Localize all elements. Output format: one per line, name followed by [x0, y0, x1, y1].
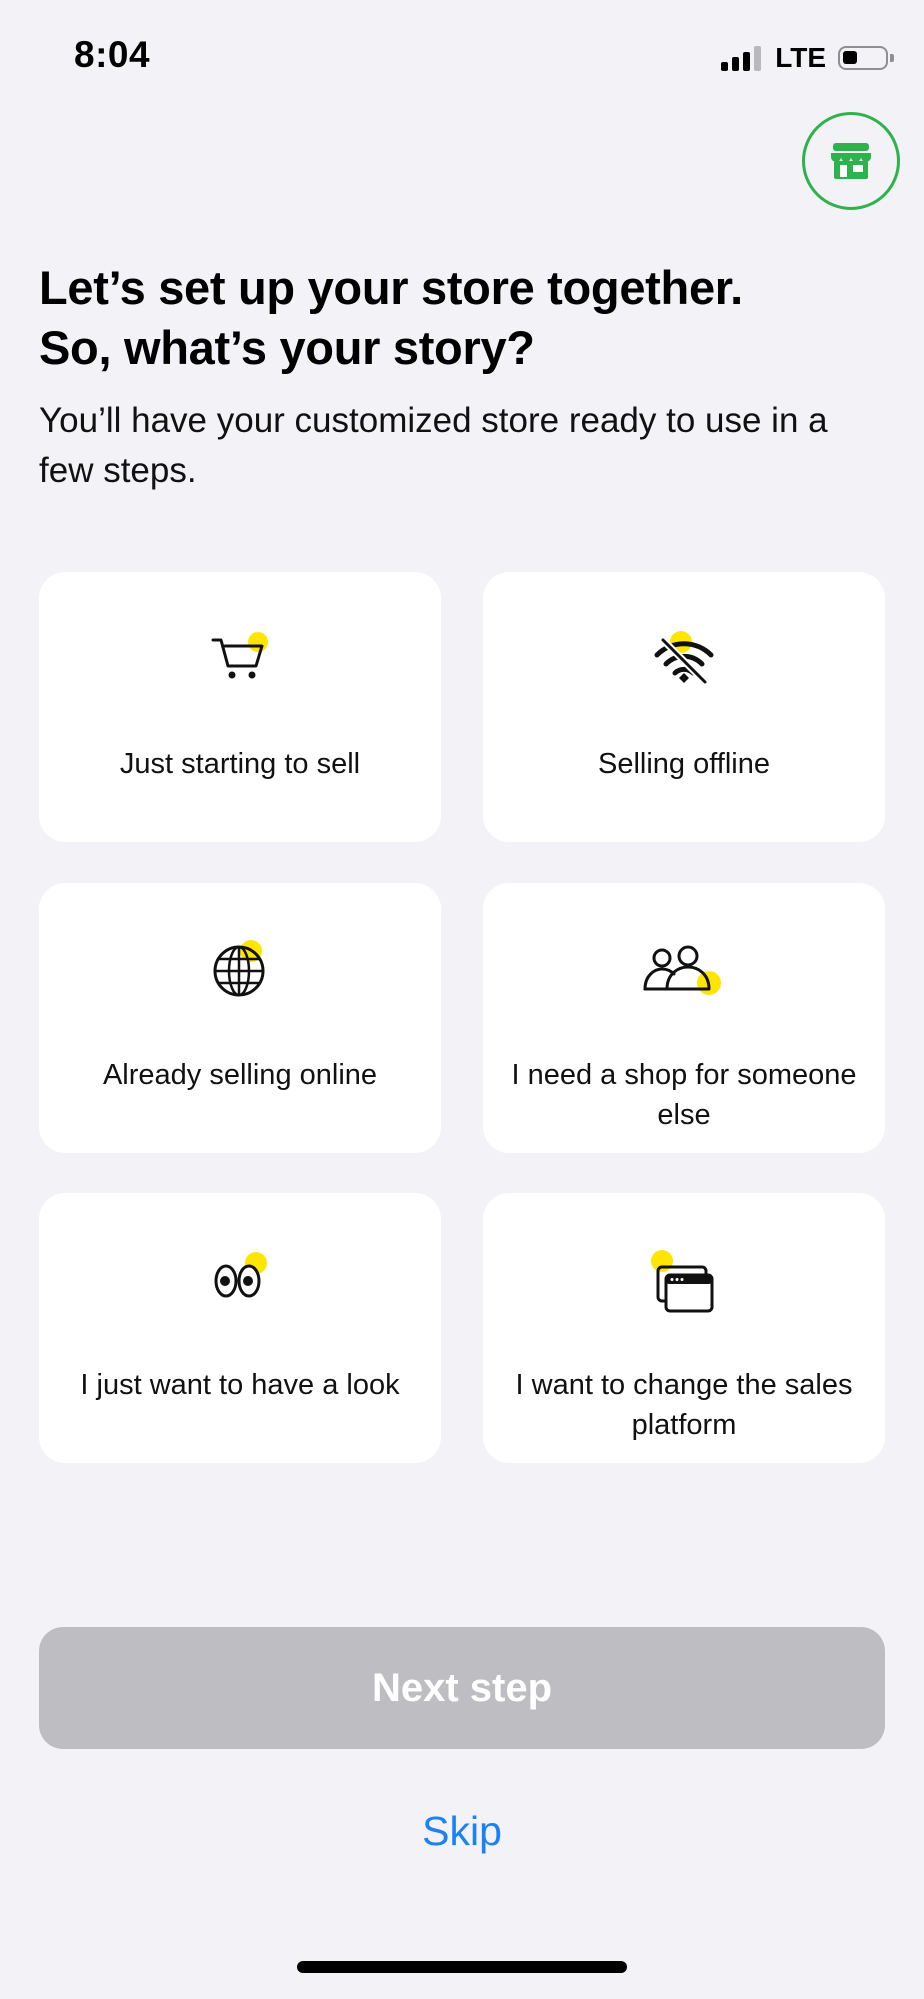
globe-icon [213, 940, 265, 997]
page-title-line2: So, what’s your story? [39, 321, 535, 374]
signal-strength-icon [721, 45, 762, 71]
option-card-selling-offline[interactable]: Selling offline [483, 572, 885, 842]
page-title: Let’s set up your store together. So, wh… [39, 258, 899, 378]
option-label: Selling offline [598, 748, 770, 780]
option-label: Just starting to sell [119, 748, 361, 780]
network-type: LTE [775, 42, 826, 73]
page-subtitle: You’ll have your customized store ready … [39, 401, 828, 490]
status-indicators: LTE [721, 40, 894, 76]
people-icon [643, 945, 721, 995]
option-label: Already selling online [102, 1059, 378, 1091]
option-card-shop-for-someone[interactable]: I need a shop for someone else [483, 883, 885, 1153]
home-indicator[interactable] [297, 1961, 627, 1973]
skip-link[interactable]: Skip [0, 1808, 924, 1855]
status-time: 8:04 [74, 34, 151, 75]
option-card-have-a-look[interactable]: I just want to have a look [39, 1193, 441, 1463]
shopping-cart-icon [211, 632, 268, 679]
option-label: I need a shop for someone else [511, 1059, 857, 1131]
next-step-button[interactable]: Next step [39, 1627, 885, 1749]
option-card-just-starting[interactable]: Just starting to sell [39, 572, 441, 842]
status-bar: 8:04 LTE [0, 0, 924, 110]
option-card-change-platform[interactable]: I want to change the sales platform [483, 1193, 885, 1463]
option-card-selling-online[interactable]: Already selling online [39, 883, 441, 1153]
storefront-icon [831, 143, 871, 179]
eyes-icon [214, 1252, 267, 1298]
store-badge-button[interactable] [802, 112, 900, 210]
battery-icon [838, 46, 894, 70]
wifi-off-icon [654, 631, 714, 685]
browser-windows-icon [651, 1250, 714, 1313]
page-title-line1: Let’s set up your store together. [39, 261, 743, 314]
option-label: I just want to have a look [80, 1369, 400, 1401]
option-label: I want to change the sales platform [515, 1369, 853, 1441]
